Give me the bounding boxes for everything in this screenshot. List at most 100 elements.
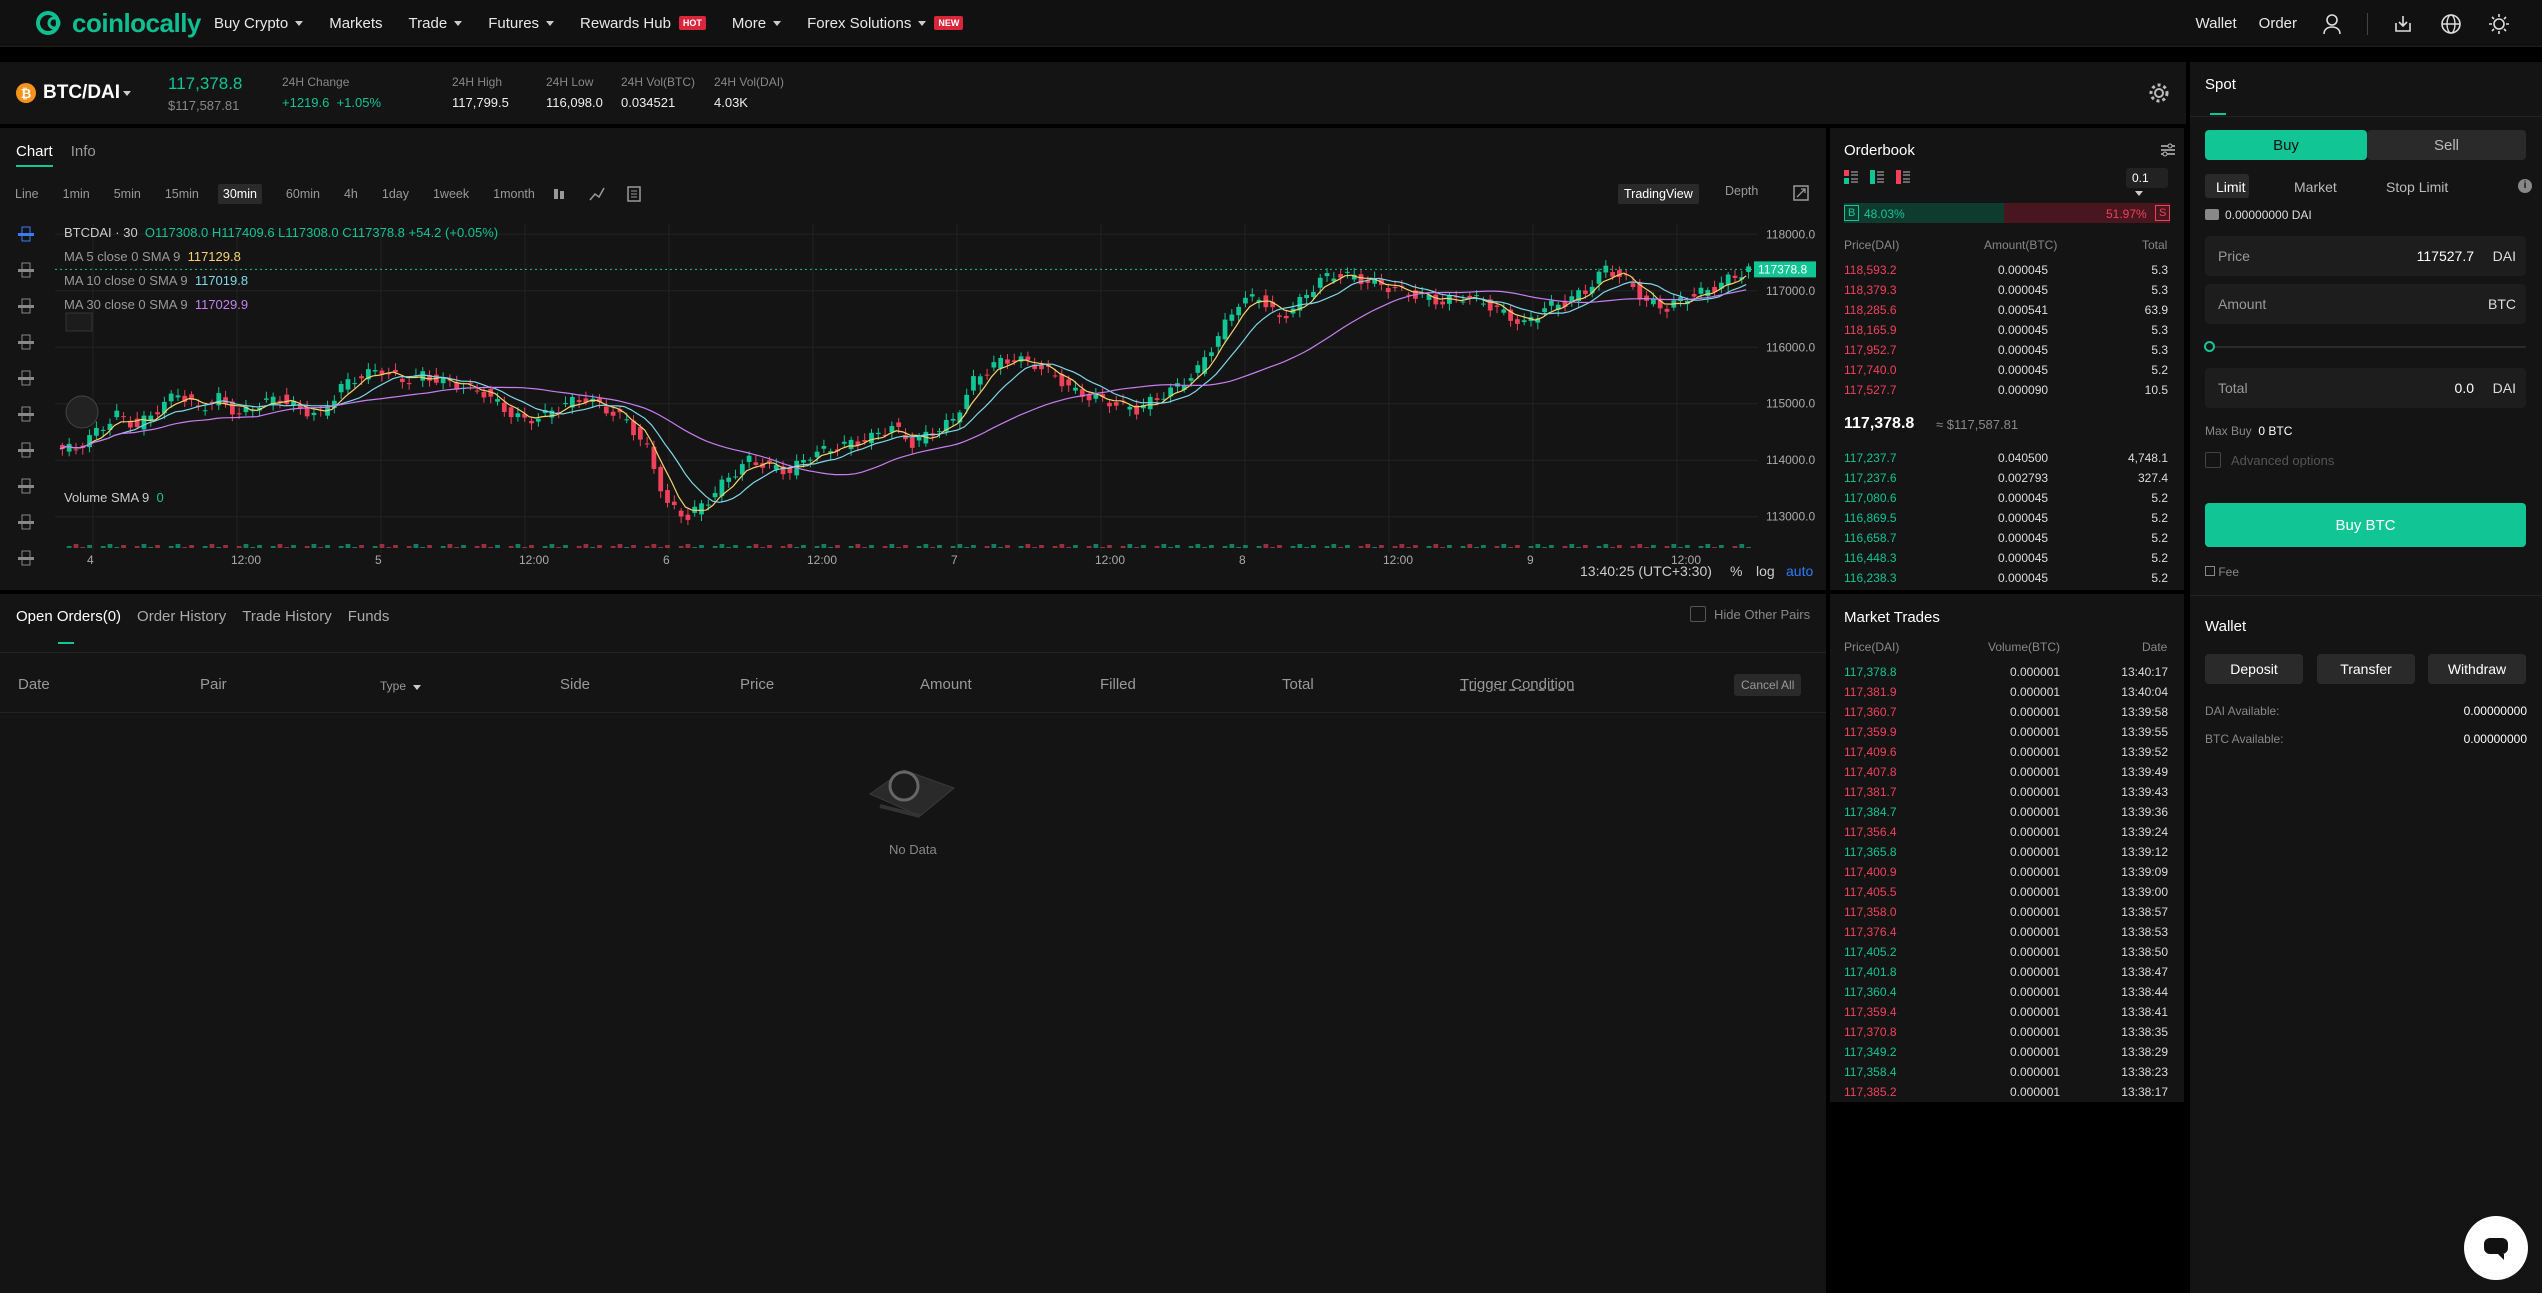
interval-6[interactable]: 4h: [344, 187, 358, 201]
orders-col-8[interactable]: Trigger Condition: [1460, 676, 1575, 693]
pair-selector[interactable]: BTC/DAI: [43, 82, 120, 104]
orderbook-row[interactable]: 116,869.5 0.000045 5.2: [1830, 508, 2184, 528]
drawing-tool-icon[interactable]: [18, 557, 34, 560]
advanced-options[interactable]: Advanced options: [2205, 452, 2334, 468]
wallet-link[interactable]: Wallet: [2196, 15, 2237, 32]
nav-item-5[interactable]: More: [732, 15, 782, 32]
orderbook-row[interactable]: 117,237.6 0.002793 327.4: [1830, 468, 2184, 488]
settings-gear-icon[interactable]: [2148, 82, 2170, 109]
orderbook-bids-icon[interactable]: [1870, 170, 1884, 189]
nav-item-0[interactable]: Buy Crypto: [214, 15, 304, 32]
orderbook-row[interactable]: 117,527.7 0.000090 10.5: [1830, 380, 2184, 400]
user-icon[interactable]: [2319, 11, 2345, 37]
indicators-icon[interactable]: [589, 186, 605, 207]
amount-slider-handle[interactable]: [2204, 341, 2215, 352]
interval-8[interactable]: 1week: [433, 187, 469, 201]
order-type-market[interactable]: Market: [2294, 179, 2337, 195]
amount-slider-track[interactable]: [2210, 346, 2526, 348]
orderbook-settings-icon[interactable]: [2160, 142, 2176, 163]
chat-support-button[interactable]: [2464, 1216, 2528, 1280]
logo[interactable]: coinlocally: [34, 6, 214, 40]
amount-input[interactable]: Amount BTC: [2205, 284, 2526, 324]
orders-tab-2[interactable]: Trade History: [242, 608, 331, 625]
candle-type-icon[interactable]: [551, 186, 567, 207]
orderbook-asks-icon[interactable]: [1896, 170, 1910, 189]
globe-icon[interactable]: [2438, 11, 2464, 37]
drawing-tool-icon[interactable]: [18, 269, 34, 272]
info-icon[interactable]: i: [2518, 179, 2532, 193]
drawing-tool-icon[interactable]: [18, 341, 34, 344]
nav-item-6[interactable]: Forex Solutions NEW: [807, 15, 964, 32]
drawing-tool-icon[interactable]: [18, 377, 34, 380]
interval-0[interactable]: Line: [15, 187, 39, 201]
drawing-tool-icon[interactable]: [18, 413, 34, 416]
deposit-button[interactable]: Deposit: [2205, 654, 2303, 684]
interval-2[interactable]: 5min: [114, 187, 141, 201]
interval-7[interactable]: 1day: [382, 187, 409, 201]
view-tradingview[interactable]: TradingView: [1618, 184, 1699, 204]
drawing-tool-icon[interactable]: [18, 485, 34, 488]
orders-tab-1[interactable]: Order History: [137, 608, 226, 625]
interval-3[interactable]: 15min: [165, 187, 199, 201]
orders-tab-3[interactable]: Funds: [348, 608, 390, 625]
auto-toggle[interactable]: auto: [1786, 563, 1813, 579]
nav-item-3[interactable]: Futures: [488, 15, 555, 32]
sell-tab-button[interactable]: Sell: [2367, 130, 2526, 160]
chart-tab-0[interactable]: Chart: [16, 143, 53, 167]
chevron-down-icon[interactable]: [123, 90, 132, 96]
ob-total: 5.3: [2151, 283, 2168, 297]
hide-pairs-checkbox[interactable]: [1690, 606, 1706, 622]
fee-link[interactable]: Fee: [2205, 565, 2239, 579]
orderbook-row[interactable]: 116,238.3 0.000045 5.2: [1830, 568, 2184, 588]
orderbook-row[interactable]: 117,740.0 0.000045 5.2: [1830, 360, 2184, 380]
drawing-tool-icon[interactable]: [18, 305, 34, 308]
cancel-all-button[interactable]: Cancel All: [1734, 674, 1802, 696]
orderbook-both-icon[interactable]: [1844, 170, 1858, 189]
orderbook-row[interactable]: 118,379.3 0.000045 5.3: [1830, 280, 2184, 300]
volume-bar: [529, 545, 534, 548]
orderbook-row[interactable]: 117,080.6 0.000045 5.2: [1830, 488, 2184, 508]
volume-bar: [175, 544, 181, 548]
orderbook-row[interactable]: 118,593.2 0.000045 5.3: [1830, 260, 2184, 280]
order-type-limit[interactable]: Limit: [2216, 179, 2246, 195]
orderbook-row[interactable]: 116,658.7 0.000045 5.2: [1830, 528, 2184, 548]
orderbook-row[interactable]: 117,237.7 0.040500 4,748.1: [1830, 448, 2184, 468]
orderbook-row[interactable]: 116,448.3 0.000045 5.2: [1830, 548, 2184, 568]
orderbook-row[interactable]: 118,285.6 0.000541 63.9: [1830, 300, 2184, 320]
order-type-stop-limit[interactable]: Stop Limit: [2386, 179, 2448, 195]
order-link[interactable]: Order: [2259, 15, 2297, 32]
drawing-tool-icon[interactable]: [18, 449, 34, 452]
interval-1[interactable]: 1min: [63, 187, 90, 201]
candle: [1664, 308, 1670, 312]
view-depth[interactable]: Depth: [1725, 184, 1758, 198]
interval-9[interactable]: 1month: [493, 187, 535, 201]
buy-tab-button[interactable]: Buy: [2205, 130, 2367, 160]
log-toggle[interactable]: log: [1756, 563, 1775, 579]
orderbook-row[interactable]: 118,165.9 0.000045 5.3: [1830, 320, 2184, 340]
theme-sun-icon[interactable]: [2486, 11, 2512, 37]
type-filter-chevron-icon[interactable]: [413, 685, 421, 690]
nav-item-2[interactable]: Trade: [409, 15, 463, 32]
pct-toggle[interactable]: %: [1730, 563, 1742, 579]
total-input[interactable]: Total 0.0 DAI: [2205, 368, 2526, 408]
orders-tab-0[interactable]: Open Orders(0): [16, 608, 121, 625]
transfer-button[interactable]: Transfer: [2317, 654, 2415, 684]
calculator-icon[interactable]: [626, 186, 642, 207]
hide-other-pairs[interactable]: Hide Other Pairs: [1690, 606, 1810, 622]
drawing-tool-icon[interactable]: [18, 521, 34, 524]
orderbook-row[interactable]: 117,952.7 0.000045 5.3: [1830, 340, 2184, 360]
withdraw-button[interactable]: Withdraw: [2428, 654, 2526, 684]
buy-btc-button[interactable]: Buy BTC: [2205, 503, 2526, 547]
nav-item-1[interactable]: Markets: [329, 15, 382, 32]
orders-col-2[interactable]: Type: [380, 679, 406, 693]
nav-item-4[interactable]: Rewards Hub HOT: [580, 15, 706, 32]
download-icon[interactable]: [2390, 11, 2416, 37]
fullscreen-icon[interactable]: [1793, 185, 1809, 206]
interval-5[interactable]: 60min: [286, 187, 320, 201]
interval-4[interactable]: 30min: [217, 184, 262, 204]
depth-step-select[interactable]: 0.1: [2126, 168, 2168, 196]
advanced-checkbox[interactable]: [2205, 452, 2221, 468]
drawing-tool-icon[interactable]: [18, 233, 34, 236]
price-input[interactable]: Price 117527.7 DAI: [2205, 236, 2526, 276]
chart-tab-1[interactable]: Info: [71, 143, 96, 167]
